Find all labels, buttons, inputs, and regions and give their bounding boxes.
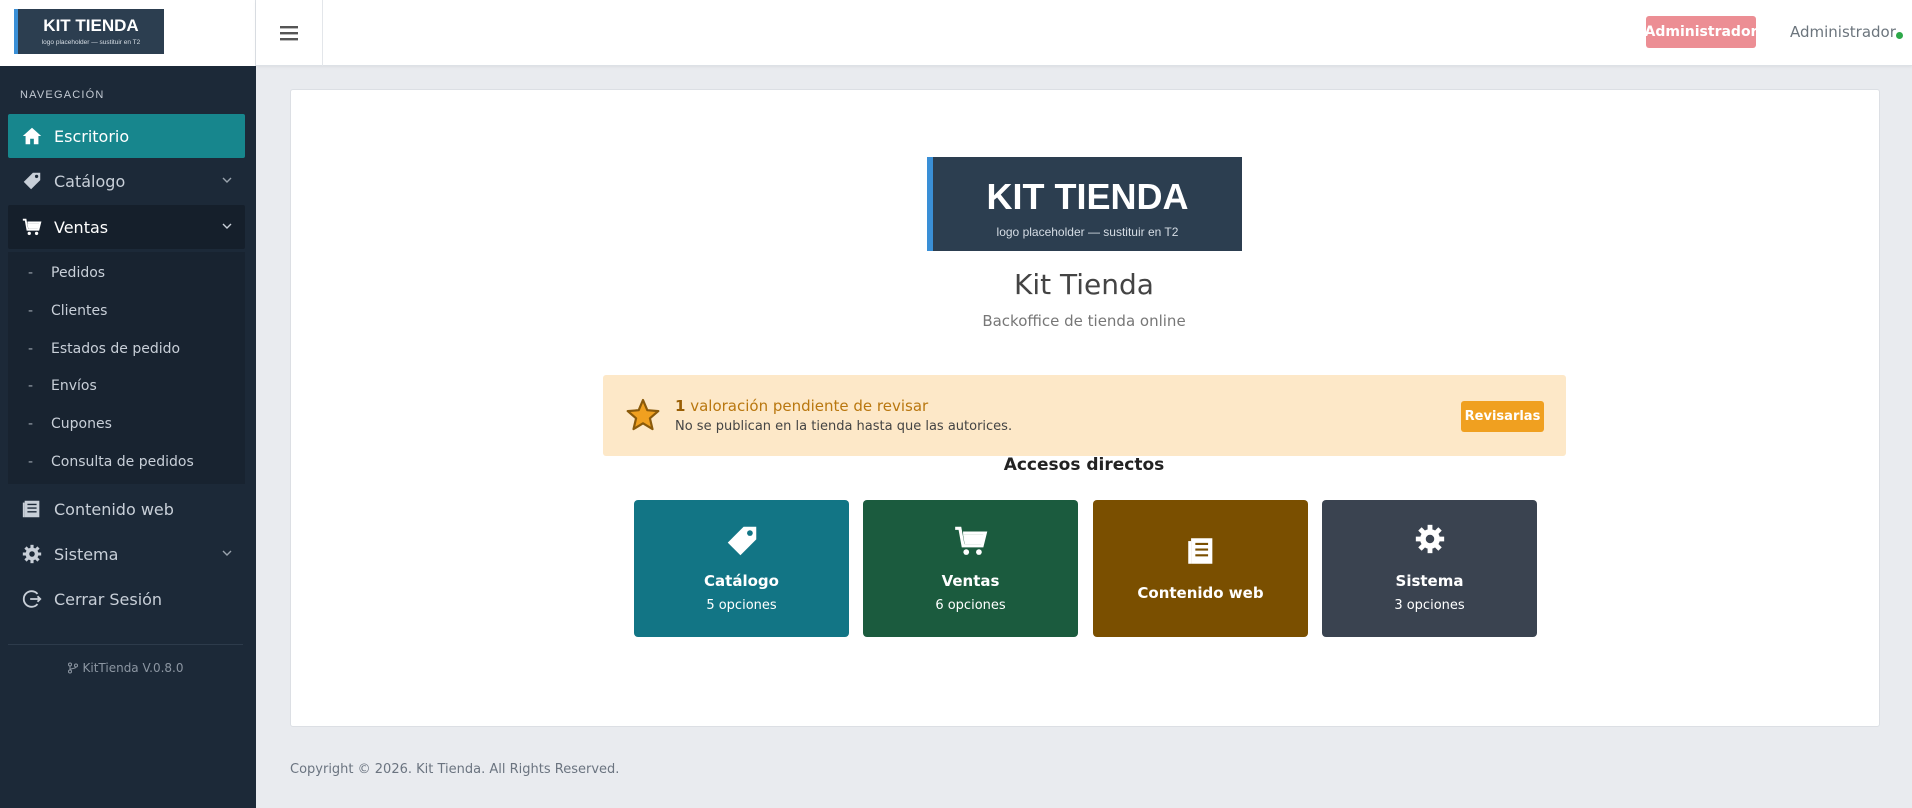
tile-label: Sistema <box>1395 572 1464 590</box>
sidebar-item-escritorio[interactable]: Escritorio <box>8 114 245 158</box>
sidebar-item-label: Ventas <box>54 217 109 237</box>
sidebar-item-ventas[interactable]: Ventas <box>8 205 245 249</box>
logout-icon <box>20 587 44 611</box>
brand-logo[interactable]: KIT TIENDA logo placeholder — sustituir … <box>14 9 164 54</box>
chevron-down-icon <box>222 177 232 183</box>
brand-logo-title: KIT TIENDA <box>43 16 139 35</box>
sidebar-item-label: Escritorio <box>54 126 130 146</box>
cart-icon <box>863 522 1078 560</box>
gear-icon <box>20 542 44 566</box>
document-icon <box>20 497 44 521</box>
review-button[interactable]: Revisarlas <box>1461 401 1544 432</box>
chevron-down-icon <box>222 223 232 229</box>
git-branch-icon <box>67 662 78 674</box>
bullet-dash: - <box>28 378 34 394</box>
brand-logo-subtitle: logo placeholder — sustituir en T2 <box>41 39 141 46</box>
shop-logo: KIT TIENDA logo placeholder — sustituir … <box>927 157 1242 251</box>
shop-subtitle: Backoffice de tienda online <box>982 312 1186 330</box>
sidebar-item-sistema[interactable]: Sistema <box>8 532 245 576</box>
tile-sub: 6 opciones <box>935 598 1006 613</box>
pending-reviews-alert: 1 valoración pendiente de revisar No se … <box>603 375 1566 456</box>
alert-text: valoración pendiente de revisar <box>685 397 929 415</box>
sidebar-subitem-label: Cupones <box>51 416 112 432</box>
sidebar-subitem-envios[interactable]: - Envíos <box>8 371 245 401</box>
chevron-down-icon <box>222 550 232 556</box>
bullet-dash: - <box>28 341 34 357</box>
cart-icon <box>20 215 44 239</box>
alert-note: No se publican en la tienda hasta que la… <box>675 419 1013 434</box>
tile-label: Contenido web <box>1137 584 1264 602</box>
alert-count: 1 <box>675 397 686 415</box>
home-icon <box>20 124 44 148</box>
sidebar-item-contenido-web[interactable]: Contenido web <box>8 487 245 531</box>
quick-access-title: Accesos directos <box>1003 455 1165 475</box>
shop-logo-subtitle: logo placeholder — sustituir en T2 <box>996 225 1179 239</box>
bullet-dash: - <box>28 416 34 432</box>
sidebar-item-label: Contenido web <box>54 499 174 519</box>
version-info: KitTienda V.0.8.0 <box>0 661 250 675</box>
sidebar-logo-area: KIT TIENDA logo placeholder — sustituir … <box>0 0 256 66</box>
tile-label: Catálogo <box>704 572 779 590</box>
online-status-dot <box>1896 32 1903 39</box>
version-label: KitTienda V.0.8.0 <box>82 661 184 675</box>
sidebar-subitem-cupones[interactable]: - Cupones <box>8 409 245 439</box>
tile-ventas[interactable]: Ventas 6 opciones <box>863 500 1078 637</box>
tile-sub: 5 opciones <box>706 598 777 613</box>
gear-icon <box>1322 522 1537 556</box>
tag-icon <box>20 169 44 193</box>
footer-copyright: Copyright © 2026. Kit Tienda. All Rights… <box>290 762 620 777</box>
document-icon <box>1093 534 1308 568</box>
tile-sub: 3 opciones <box>1394 598 1465 613</box>
sidebar-item-label: Catálogo <box>54 171 126 191</box>
sidebar-item-label: Sistema <box>54 544 119 564</box>
tile-contenido-web[interactable]: Contenido web <box>1093 500 1308 637</box>
hamburger-icon <box>280 26 298 41</box>
topbar: Administrador Administrador <box>256 0 1912 66</box>
sidebar-item-label: Cerrar Sesión <box>54 589 163 609</box>
user-menu[interactable]: Administrador <box>1790 23 1896 41</box>
star-icon <box>626 398 660 431</box>
shop-name: Kit Tienda <box>1014 268 1154 301</box>
sidebar-divider <box>8 644 243 645</box>
shop-logo-title: KIT TIENDA <box>986 176 1189 217</box>
tile-label: Ventas <box>941 572 1000 590</box>
sidebar-subitem-label: Envíos <box>51 378 97 394</box>
sidebar-item-catalogo[interactable]: Catálogo <box>8 159 245 203</box>
tile-catalogo[interactable]: Catálogo 5 opciones <box>634 500 849 637</box>
sidebar-item-cerrar-sesion[interactable]: Cerrar Sesión <box>8 577 245 621</box>
tag-icon <box>634 522 849 560</box>
tile-sistema[interactable]: Sistema 3 opciones <box>1322 500 1537 637</box>
sidebar-subitem-estados-de-pedido[interactable]: - Estados de pedido <box>8 334 245 364</box>
nav-heading: NAVEGACIÓN <box>20 89 105 101</box>
menu-toggle-button[interactable] <box>256 0 323 66</box>
sidebar-subitem-label: Estados de pedido <box>51 341 181 357</box>
alert-message: 1 valoración pendiente de revisar <box>675 397 928 415</box>
sidebar: KIT TIENDA logo placeholder — sustituir … <box>0 0 256 808</box>
role-badge[interactable]: Administrador <box>1645 16 1757 48</box>
